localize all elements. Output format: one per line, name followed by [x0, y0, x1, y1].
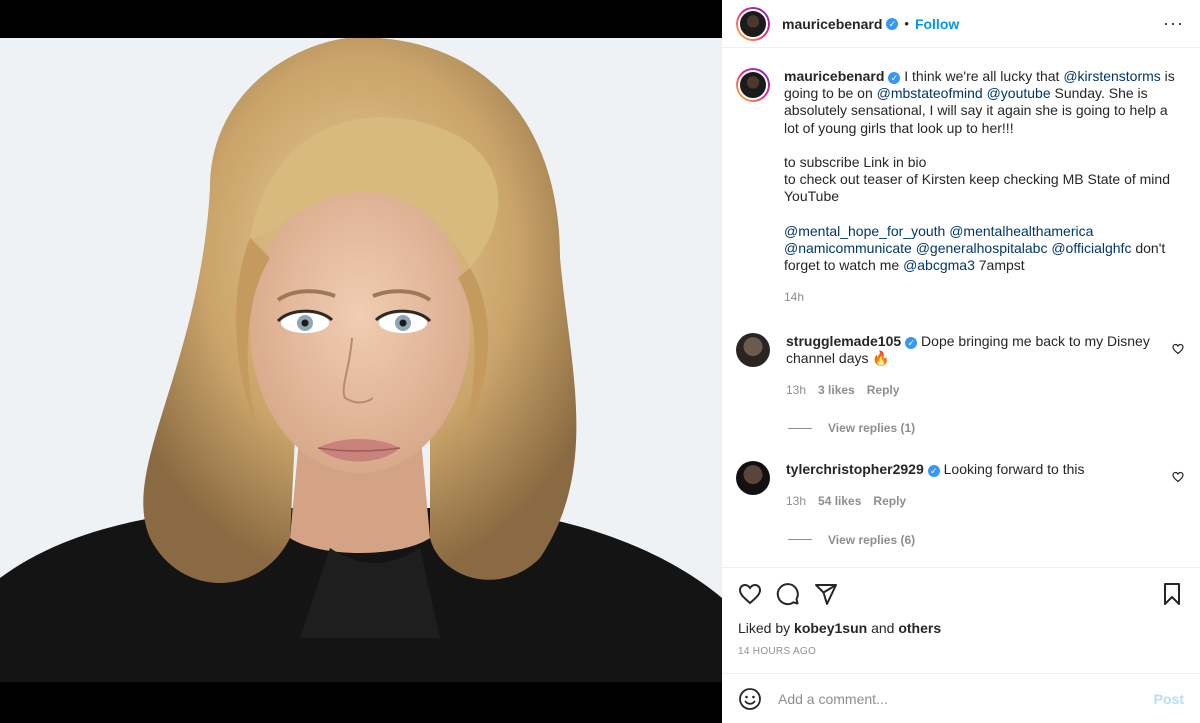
caption-segment: 7ampst: [974, 257, 1025, 274]
mention-link[interactable]: @abcgma3: [903, 257, 975, 273]
comment-input[interactable]: [778, 690, 1154, 707]
comment-body: Looking forward to this: [939, 461, 1085, 478]
post-header: mauricebenard ✓ • Follow ···: [722, 0, 1200, 48]
verified-badge-icon: ✓: [888, 72, 901, 84]
like-heart-icon[interactable]: [738, 582, 762, 606]
mention-link[interactable]: @mentalhealthamerica: [949, 223, 1093, 239]
comment-text: tylerchristopher2929 ✓ Looking forward to…: [786, 461, 1166, 510]
comment-item: tylerchristopher2929 ✓ Looking forward to…: [736, 461, 1184, 510]
comment-avatar[interactable]: [736, 332, 770, 367]
comments-list[interactable]: mauricebenard ✓ I think we're all lucky t…: [722, 68, 1200, 566]
comment-text: strugglemade105 ✓ Dope bringing me back t…: [786, 333, 1166, 400]
like-comment-heart-icon[interactable]: [1172, 471, 1184, 483]
mention-link[interactable]: @mental_hope_for_youth: [784, 223, 945, 239]
caption-avatar[interactable]: [736, 68, 770, 102]
mention-link[interactable]: @namicommunicate: [784, 240, 912, 256]
post-comment-button[interactable]: Post: [1154, 691, 1184, 707]
verified-badge-icon: ✓: [927, 465, 940, 478]
liked-by-user[interactable]: kobey1sun: [794, 620, 867, 636]
verified-badge-icon: ✓: [905, 336, 918, 349]
caption: mauricebenard ✓ I think we're all lucky t…: [736, 68, 1184, 307]
post-actions: Liked by kobey1sun and others 14 HOURS A…: [722, 567, 1200, 677]
mention-link[interactable]: @kirstenstorms: [1063, 68, 1160, 84]
comment-time[interactable]: 13h: [786, 383, 806, 397]
liked-by-middle: and: [867, 620, 899, 636]
verified-badge-icon: ✓: [886, 17, 899, 30]
caption-meta: 14h: [784, 289, 1184, 306]
liked-by: Liked by kobey1sun and others: [738, 620, 1184, 636]
view-replies-label: View replies (1): [828, 421, 916, 436]
comment-username[interactable]: tylerchristopher2929: [786, 461, 924, 477]
mention-link[interactable]: @youtube: [987, 85, 1051, 101]
caption-line: to subscribe Link in bio: [784, 154, 927, 171]
post-media: [0, 0, 722, 723]
mention-link[interactable]: @generalhospitalabc: [916, 240, 1048, 256]
caption-line: to check out teaser of Kirsten keep chec…: [784, 171, 1170, 205]
liked-by-prefix: Liked by: [738, 620, 795, 636]
follow-button[interactable]: Follow: [915, 16, 959, 32]
replies-divider: [788, 539, 812, 541]
comment-avatar[interactable]: [736, 461, 770, 496]
author-avatar[interactable]: [736, 6, 770, 41]
liked-by-others[interactable]: others: [898, 620, 941, 636]
caption-time[interactable]: 14h: [784, 290, 804, 304]
comment-likes[interactable]: 3 likes: [818, 383, 855, 397]
post-sidebar: mauricebenard ✓ • Follow ··· mauricebena…: [722, 0, 1200, 723]
post-photo[interactable]: [0, 38, 722, 682]
reply-button[interactable]: Reply: [867, 383, 900, 397]
action-icons: [738, 580, 1184, 608]
share-paper-plane-icon[interactable]: [814, 582, 838, 606]
post-timestamp[interactable]: 14 HOURS AGO: [738, 646, 1184, 657]
author-username[interactable]: mauricebenard: [782, 16, 882, 32]
reply-button[interactable]: Reply: [873, 494, 906, 508]
save-bookmark-icon[interactable]: [1160, 582, 1184, 606]
view-replies-button[interactable]: View replies (1): [788, 421, 1184, 435]
comment-likes[interactable]: 54 likes: [818, 494, 861, 508]
mention-link[interactable]: @mbstateofmind: [877, 85, 983, 101]
separator-dot: •: [904, 16, 909, 31]
comment-meta: 13h 54 likes Reply: [786, 493, 1166, 510]
view-replies-label: View replies (6): [828, 532, 916, 547]
comment-time[interactable]: 13h: [786, 494, 806, 508]
mention-link[interactable]: @officialghfc: [1051, 240, 1131, 256]
emoji-smiley-icon[interactable]: [738, 687, 762, 711]
comment-bubble-icon[interactable]: [776, 582, 800, 606]
caption-text: mauricebenard ✓ I think we're all lucky t…: [784, 68, 1184, 307]
comment-username[interactable]: strugglemade105: [786, 333, 901, 349]
add-comment-bar: Post: [722, 673, 1200, 723]
comment-meta: 13h 3 likes Reply: [786, 382, 1166, 399]
portrait-image: [0, 38, 722, 682]
view-replies-button[interactable]: View replies (6): [788, 533, 1184, 547]
like-comment-heart-icon[interactable]: [1172, 343, 1184, 355]
caption-segment: I think we're all lucky that: [900, 68, 1064, 84]
replies-divider: [788, 427, 812, 429]
comment-item: strugglemade105 ✓ Dope bringing me back t…: [736, 332, 1184, 400]
more-options-icon[interactable]: ···: [1163, 13, 1184, 34]
caption-username[interactable]: mauricebenard: [784, 68, 884, 84]
